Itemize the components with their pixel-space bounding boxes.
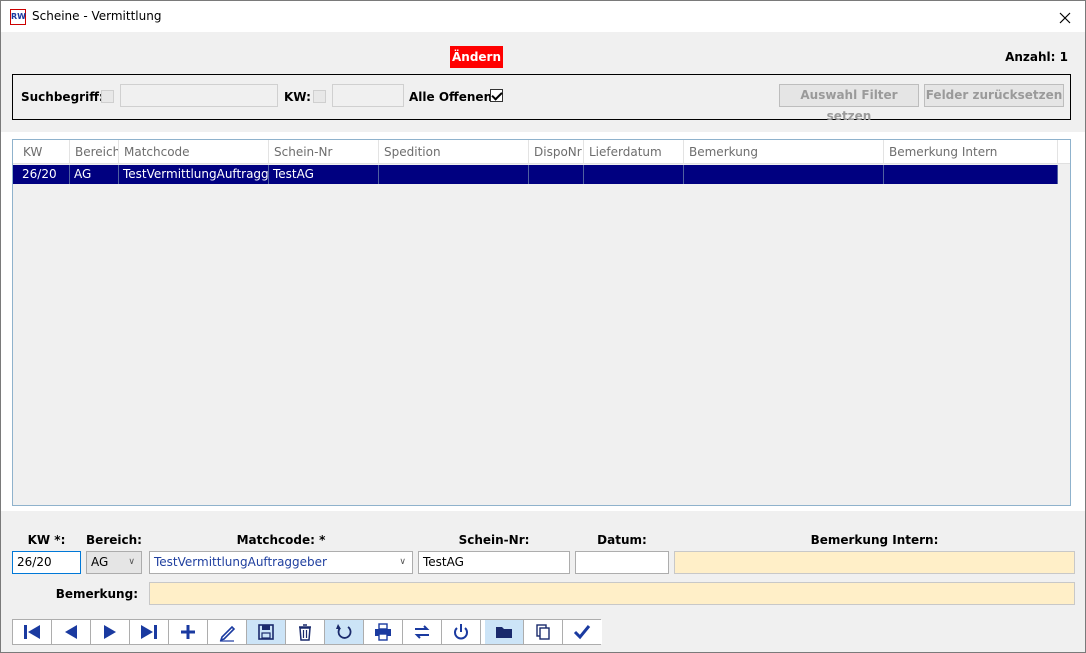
cell-bemerkung-intern bbox=[884, 165, 1058, 184]
cell-dispo-nr bbox=[529, 165, 584, 184]
kw-filter-input[interactable] bbox=[332, 84, 404, 107]
column-header-matchcode[interactable]: Matchcode bbox=[119, 140, 269, 164]
cell-matchcode: TestVermittlungAuftraggeb bbox=[119, 165, 269, 184]
undo-button[interactable] bbox=[325, 620, 364, 644]
record-toolbar bbox=[12, 619, 602, 645]
column-header-bereich[interactable]: Bereich bbox=[70, 140, 119, 164]
edit-pencil-icon bbox=[219, 625, 236, 642]
confirm-check-icon bbox=[573, 625, 591, 640]
bemerkung-input[interactable] bbox=[149, 582, 1075, 605]
open-label: Alle Offenen: bbox=[409, 90, 497, 104]
window-title: Scheine - Vermittlung bbox=[32, 9, 162, 23]
delete-icon bbox=[299, 624, 311, 641]
save-button[interactable] bbox=[247, 620, 286, 644]
bereich-select[interactable]: AG ∨ bbox=[86, 551, 142, 574]
folder-icon bbox=[496, 627, 512, 638]
matchcode-select[interactable]: TestVermittlungAuftraggeber ∨ bbox=[149, 551, 413, 574]
open-folder-button[interactable] bbox=[485, 620, 524, 644]
delete-button[interactable] bbox=[286, 620, 325, 644]
next-record-button[interactable] bbox=[91, 620, 130, 644]
bereich-label: Bereich: bbox=[86, 533, 142, 547]
app-logo-icon: RW bbox=[10, 9, 26, 25]
edit-button[interactable] bbox=[208, 620, 247, 644]
grid-header: KW Bereich Matchcode Schein-Nr Spedition… bbox=[13, 140, 1070, 164]
data-grid[interactable]: KW Bereich Matchcode Schein-Nr Spedition… bbox=[12, 139, 1071, 506]
cell-kw: 26/20 bbox=[18, 165, 70, 184]
last-record-icon bbox=[141, 625, 157, 639]
swap-icon bbox=[414, 625, 430, 639]
cell-lieferdatum bbox=[584, 165, 684, 184]
column-header-schein-nr[interactable]: Schein-Nr bbox=[269, 140, 379, 164]
last-record-button[interactable] bbox=[130, 620, 169, 644]
previous-record-icon bbox=[65, 625, 77, 639]
schein-nr-label: Schein-Nr: bbox=[458, 533, 530, 547]
bemerkung-label: Bemerkung: bbox=[55, 587, 138, 601]
chevron-down-icon: ∨ bbox=[128, 557, 135, 567]
title-bar[interactable]: RW Scheine - Vermittlung bbox=[1, 1, 1085, 32]
matchcode-value: TestVermittlungAuftraggeber bbox=[154, 555, 327, 569]
kw-filter-checkbox[interactable] bbox=[313, 90, 326, 103]
matchcode-label: Matchcode: * bbox=[236, 533, 326, 547]
print-button[interactable] bbox=[364, 620, 403, 644]
close-button[interactable] bbox=[1045, 1, 1085, 32]
copy-icon bbox=[536, 624, 550, 640]
column-header-bemerkung-intern[interactable]: Bemerkung Intern bbox=[884, 140, 1058, 164]
first-record-button[interactable] bbox=[13, 620, 52, 644]
bemerkung-intern-input[interactable] bbox=[674, 551, 1075, 574]
bemerkung-intern-label: Bemerkung Intern: bbox=[810, 533, 939, 547]
column-header-bemerkung[interactable]: Bemerkung bbox=[684, 140, 884, 164]
save-icon bbox=[258, 624, 274, 640]
power-icon bbox=[454, 624, 468, 640]
first-record-icon bbox=[24, 625, 40, 639]
search-label: Suchbegriff: bbox=[21, 90, 104, 104]
record-count: Anzahl: 1 bbox=[1005, 50, 1068, 64]
add-button[interactable] bbox=[169, 620, 208, 644]
confirm-button[interactable] bbox=[563, 620, 602, 644]
schein-nr-input[interactable]: TestAG bbox=[418, 551, 570, 574]
datum-label: Datum: bbox=[597, 533, 647, 547]
swap-button[interactable] bbox=[403, 620, 442, 644]
cell-bemerkung bbox=[684, 165, 884, 184]
cell-bereich: AG bbox=[70, 165, 119, 184]
mode-badge: Ändern bbox=[450, 46, 503, 68]
apply-filter-button[interactable]: Auswahl Filter setzen bbox=[779, 84, 919, 123]
chevron-down-icon: ∨ bbox=[399, 557, 406, 567]
column-header-kw[interactable]: KW bbox=[18, 140, 70, 164]
search-input[interactable] bbox=[120, 84, 278, 107]
undo-icon bbox=[336, 624, 352, 639]
bereich-value: AG bbox=[91, 555, 109, 569]
column-header-lieferdatum[interactable]: Lieferdatum bbox=[584, 140, 684, 164]
filter-panel: Suchbegriff: KW: Alle Offenen: Auswahl F… bbox=[12, 74, 1071, 123]
cell-schein-nr: TestAG bbox=[269, 165, 379, 184]
power-button[interactable] bbox=[442, 620, 481, 644]
kw-label: KW *: bbox=[27, 533, 66, 547]
add-icon bbox=[181, 625, 195, 639]
column-header-spedition[interactable]: Spedition bbox=[379, 140, 529, 164]
app-window: RW Scheine - Vermittlung Ändern Anzahl: … bbox=[0, 0, 1086, 653]
previous-record-button[interactable] bbox=[52, 620, 91, 644]
next-record-icon bbox=[104, 625, 116, 639]
copy-button[interactable] bbox=[524, 620, 563, 644]
search-checkbox[interactable] bbox=[101, 90, 114, 103]
print-icon bbox=[375, 623, 391, 641]
close-icon bbox=[1059, 12, 1071, 23]
cell-spedition bbox=[379, 165, 529, 184]
open-checkbox[interactable] bbox=[490, 89, 503, 102]
reset-fields-button[interactable]: Felder zurücksetzen bbox=[924, 84, 1064, 107]
column-header-dispo-nr[interactable]: DispoNr bbox=[529, 140, 584, 164]
datum-input[interactable] bbox=[575, 551, 669, 574]
table-row[interactable]: 26/20 AG TestVermittlungAuftraggeb TestA… bbox=[13, 165, 1058, 184]
kw-filter-label: KW: bbox=[284, 90, 311, 104]
kw-input[interactable]: 26/20 bbox=[12, 551, 81, 574]
